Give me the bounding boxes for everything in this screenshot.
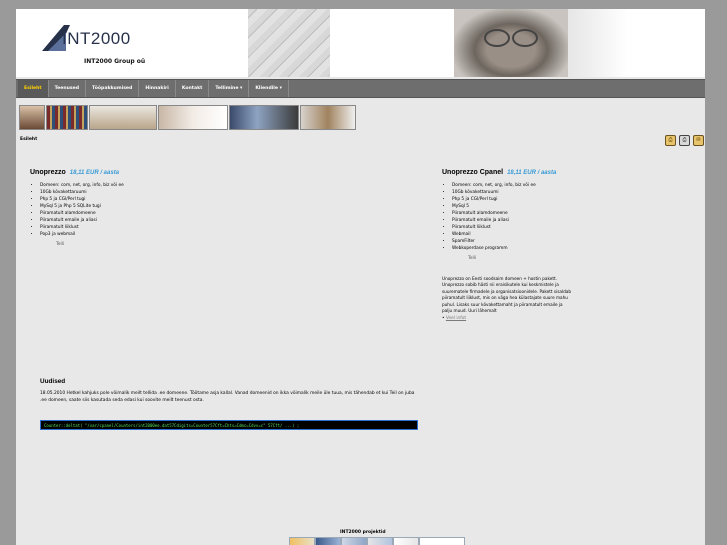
list-item: MySql 5 <box>452 203 622 210</box>
email-icon[interactable]: ✉ <box>693 135 704 146</box>
package-title: Unoprezzo 18,11 EUR / aasta <box>30 169 210 177</box>
header: INT2000 INT2000 Group oü <box>16 9 705 77</box>
group-name: INT2000 Group oü <box>84 58 146 65</box>
photo-thumb <box>158 105 228 130</box>
feature-list: Domeen: com, net, org, info, biz või ee … <box>442 182 622 252</box>
nav-item-tellimine[interactable]: Tellimine ▾ <box>209 80 250 97</box>
more-info-link[interactable]: Veel infot <box>446 316 466 321</box>
list-item: 10Gb kõvakettaruumi <box>40 189 210 196</box>
list-item: Piiramatult emaile ja aliasi <box>452 217 622 224</box>
print-icon[interactable]: ⎙ <box>679 135 690 146</box>
package-unoprezzo-cpanel: Unoprezzo Cpanel18,11 EUR / aasta Domeen… <box>442 169 622 322</box>
package-name: Unoprezzo Cpanel <box>442 169 504 176</box>
nav-item-kliendile[interactable]: Kliendile ▾ <box>249 80 289 97</box>
photo-thumb <box>300 105 356 130</box>
header-image-face <box>454 9 568 77</box>
list-item: Pop3 ja webmail <box>40 231 210 238</box>
package-description: Unoprezzo on Eesti soodsaim domeen + hos… <box>442 276 571 314</box>
order-link[interactable]: Telli <box>56 241 210 248</box>
news-text: 18.05.2010 Hetkel kahjuks pole võimalik … <box>40 391 415 403</box>
photo-thumb <box>229 105 299 130</box>
package-unoprezzo: Unoprezzo18,11 EUR / aasta Domeen: com, … <box>30 169 210 248</box>
breadcrumb: Esileht <box>20 137 38 142</box>
counter-code: Counter::deltat( "/var/cpanel/Counters/i… <box>40 420 418 430</box>
list-item: Php 5 ja CGI/Perl tugi <box>452 196 622 203</box>
project-banner[interactable] <box>289 537 315 545</box>
project-banners <box>289 537 465 545</box>
nav-item-toopakkumised[interactable]: Tööpakkumised <box>86 80 140 97</box>
pdf-icon[interactable]: ⎙ <box>665 135 676 146</box>
list-item: SpamFilter <box>452 238 622 245</box>
package-name: Unoprezzo <box>30 169 66 176</box>
projects-title: INT2000 projektid <box>340 530 386 535</box>
list-item: MySql 5 ja Php 5 SQLite tugi <box>40 203 210 210</box>
photo-strip <box>19 105 356 130</box>
list-item: Domeen: com, net, org, info, biz või ee <box>40 182 210 189</box>
list-item: Piiramatult emaile ja aliasi <box>40 217 210 224</box>
list-item: Piiramatult liiklust <box>40 224 210 231</box>
list-item: Webkoperdase programm <box>452 245 622 252</box>
nav-item-hinnakiri[interactable]: Hinnakiri <box>139 80 176 97</box>
news-title: Uudised <box>40 378 66 385</box>
list-item: Domeen: com, net, org, info, biz või ee <box>452 182 622 189</box>
package-price: 18,11 EUR / aasta <box>69 170 120 176</box>
header-image-keyboard <box>248 9 330 77</box>
list-item: Php 5 ja CGI/Perl tugi <box>40 196 210 203</box>
list-item: Webmail <box>452 231 622 238</box>
list-item: 10Gb kõvakettaruumi <box>452 189 622 196</box>
toolbar: ⎙ ⎙ ✉ <box>665 135 704 146</box>
nav-item-kontakt[interactable]: Kontakt <box>176 80 210 97</box>
photo-thumb <box>46 105 88 130</box>
nav-item-teenused[interactable]: Teenused <box>49 80 87 97</box>
nav-item-esileht[interactable]: Esileht <box>18 80 49 97</box>
project-banner[interactable] <box>393 537 419 545</box>
order-link[interactable]: Telli <box>468 255 622 262</box>
logo-text[interactable]: INT2000 <box>62 29 131 49</box>
project-banner[interactable] <box>367 537 393 545</box>
more-info-row: • Veel infot <box>442 316 467 322</box>
package-title: Unoprezzo Cpanel 18,11 EUR / aasta <box>442 169 622 177</box>
photo-thumb <box>19 105 45 130</box>
package-price: 18,11 EUR / aasta <box>507 170 557 176</box>
list-item: Piiramatult alamdomeene <box>40 210 210 217</box>
header-image-fade <box>568 9 628 77</box>
list-item: Piiramatult alamdomeene <box>452 210 622 217</box>
page: INT2000 INT2000 Group oü Esileht Teenuse… <box>16 9 705 545</box>
news-section: Uudised 18.05.2010 Hetkel kahjuks pole v… <box>40 378 420 404</box>
main-nav: Esileht Teenused Tööpakkumised Hinnakiri… <box>18 80 705 97</box>
project-banner[interactable] <box>315 537 341 545</box>
nav-bar: Esileht Teenused Tööpakkumised Hinnakiri… <box>16 79 705 98</box>
feature-list: Domeen: com, net, org, info, biz või ee … <box>30 182 210 238</box>
list-item: Piiramatult liiklust <box>452 224 622 231</box>
project-banner[interactable] <box>419 537 465 545</box>
project-banner[interactable] <box>341 537 367 545</box>
photo-thumb <box>89 105 157 130</box>
